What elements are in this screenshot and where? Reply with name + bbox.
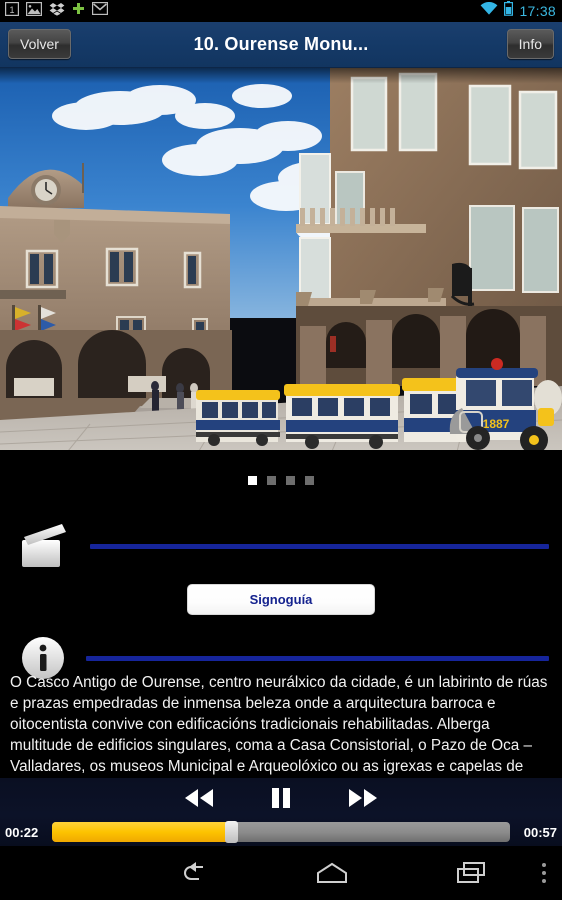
photo-illustration: 1887 — [0, 68, 562, 456]
plus-icon — [72, 2, 85, 20]
carousel-dot-2[interactable] — [267, 476, 276, 485]
android-navigation-bar — [0, 846, 562, 900]
info-divider-rule — [86, 655, 549, 661]
description-text[interactable]: O Casco Antigo de Ourense, centro neurál… — [0, 672, 562, 778]
overflow-menu-icon[interactable] — [542, 863, 546, 883]
signoguia-button[interactable]: Signoguía — [187, 584, 375, 615]
dropbox-icon — [49, 2, 65, 21]
gallery-icon — [25, 1, 43, 21]
carousel-page-indicator[interactable] — [0, 476, 562, 485]
carousel-dot-3[interactable] — [286, 476, 295, 485]
seek-thumb[interactable] — [224, 821, 238, 843]
app-root: 1 17:38 Volver 10. Ourense Monu... Info … — [0, 0, 562, 900]
carousel-dot-1[interactable] — [248, 476, 257, 485]
seek-track[interactable] — [52, 821, 510, 843]
back-button[interactable]: Volver — [8, 29, 71, 59]
location-photo[interactable]: 1887 — [0, 68, 562, 456]
audio-player: 00:22 00:57 — [0, 778, 562, 846]
video-section-row[interactable] — [0, 518, 562, 574]
app-title-bar: Volver 10. Ourense Monu... Info — [0, 22, 562, 68]
status-bar: 1 17:38 — [0, 0, 562, 22]
info-button[interactable]: Info — [506, 29, 554, 59]
status-bar-notifications: 1 — [4, 1, 109, 21]
svg-text:1887: 1887 — [483, 417, 510, 431]
status-bar-system: 17:38 — [480, 1, 556, 21]
gmail-icon — [91, 1, 109, 20]
seek-bar-row[interactable]: 00:22 00:57 — [0, 820, 562, 844]
home-nav-icon[interactable] — [262, 862, 402, 884]
page-title: 10. Ourense Monu... — [193, 34, 369, 54]
back-nav-icon[interactable] — [122, 861, 262, 885]
status-bar-clock: 17:38 — [519, 3, 556, 19]
seek-fill — [52, 822, 231, 842]
player-controls — [0, 778, 562, 818]
wifi-icon — [480, 1, 498, 21]
signoguia-row: Signoguía — [0, 584, 562, 615]
recents-nav-icon[interactable] — [402, 861, 542, 885]
forward-button[interactable] — [343, 783, 383, 813]
video-divider-rule — [90, 543, 549, 549]
battery-icon — [504, 1, 514, 21]
carousel-dot-4[interactable] — [305, 476, 314, 485]
rewind-button[interactable] — [179, 783, 219, 813]
duration-time: 00:57 — [523, 824, 557, 840]
svg-text:1: 1 — [9, 5, 14, 15]
elapsed-time: 00:22 — [5, 824, 39, 840]
pause-button[interactable] — [261, 783, 301, 813]
screenshot-icon: 1 — [4, 1, 20, 21]
film-clapper-icon — [20, 523, 70, 569]
